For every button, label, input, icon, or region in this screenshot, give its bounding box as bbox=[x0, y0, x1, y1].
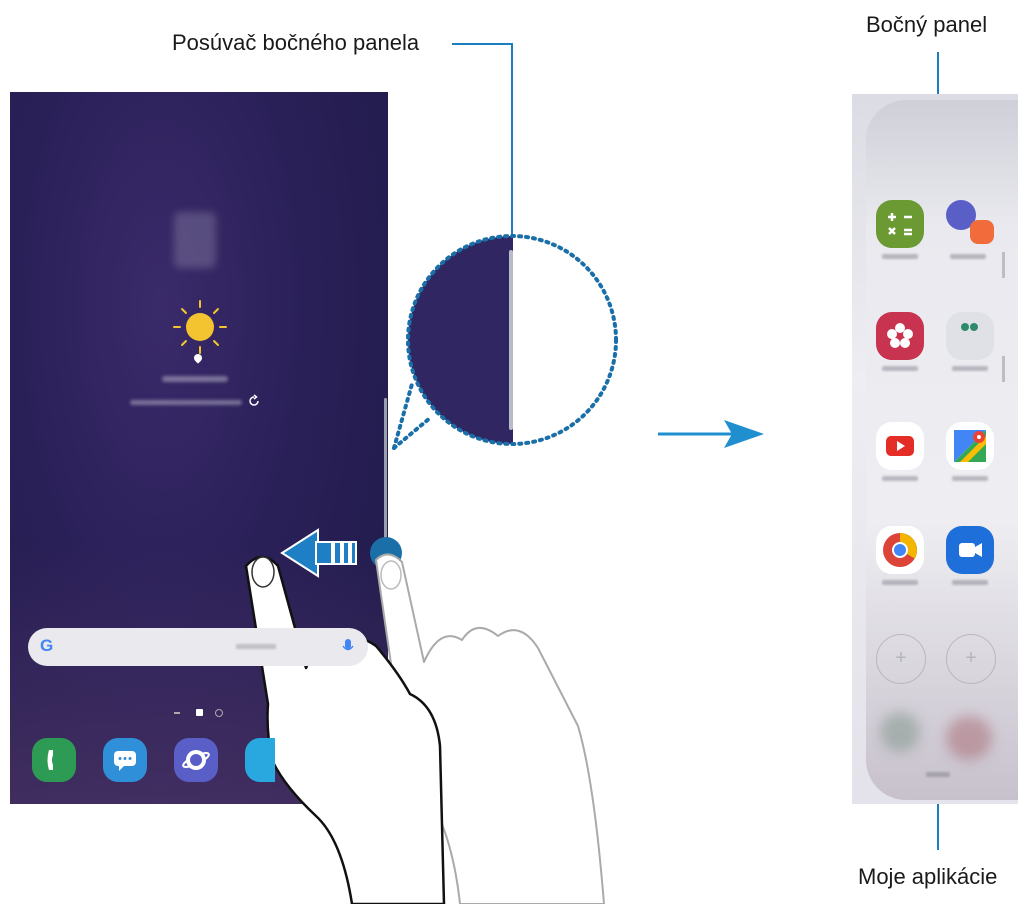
app-label bbox=[952, 580, 988, 585]
app-label bbox=[882, 366, 918, 371]
maps-app-icon[interactable] bbox=[946, 422, 994, 470]
app-label bbox=[952, 366, 988, 371]
page-indicator-dot bbox=[215, 709, 223, 717]
mic-icon[interactable] bbox=[342, 638, 354, 656]
phone-app-icon[interactable] bbox=[32, 738, 76, 782]
panel-title bbox=[926, 772, 950, 777]
apps-edge-panel: + + bbox=[866, 100, 1018, 800]
blurred-shortcut bbox=[946, 716, 992, 760]
app-pair-icon[interactable] bbox=[944, 196, 998, 248]
blurred-shortcut bbox=[880, 712, 920, 752]
app-label bbox=[882, 580, 918, 585]
youtube-app-icon[interactable] bbox=[876, 422, 924, 470]
arrow-left-icon bbox=[280, 528, 357, 578]
app-label bbox=[952, 476, 988, 481]
calculator-app-icon[interactable] bbox=[876, 200, 924, 248]
hand-pointing-icon bbox=[244, 555, 446, 904]
google-search-bar[interactable]: G bbox=[28, 628, 368, 666]
edge-panel-screen: + + bbox=[852, 94, 1018, 804]
camera-app-icon[interactable] bbox=[245, 738, 275, 782]
app-label bbox=[882, 476, 918, 481]
scroll-marker bbox=[1002, 252, 1005, 278]
page-indicator-home bbox=[196, 709, 203, 716]
internet-app-icon[interactable] bbox=[174, 738, 218, 782]
add-app-button[interactable]: + bbox=[876, 634, 926, 684]
scroll-marker bbox=[1002, 356, 1005, 382]
messages-app-icon[interactable] bbox=[103, 738, 147, 782]
duo-app-icon[interactable] bbox=[946, 526, 994, 574]
search-placeholder bbox=[236, 644, 276, 649]
app-label bbox=[882, 254, 918, 259]
chrome-app-icon[interactable] bbox=[876, 526, 924, 574]
edge-handle-callout-line bbox=[452, 43, 513, 252]
folder-app-icon[interactable] bbox=[946, 312, 994, 360]
add-app-button[interactable]: + bbox=[946, 634, 996, 684]
zoom-bubble bbox=[408, 236, 616, 444]
app-label bbox=[950, 254, 986, 259]
google-logo-icon: G bbox=[40, 636, 54, 655]
arrow-right-icon bbox=[658, 420, 764, 448]
page-indicator-list bbox=[174, 712, 180, 714]
gallery-app-icon[interactable] bbox=[876, 312, 924, 360]
